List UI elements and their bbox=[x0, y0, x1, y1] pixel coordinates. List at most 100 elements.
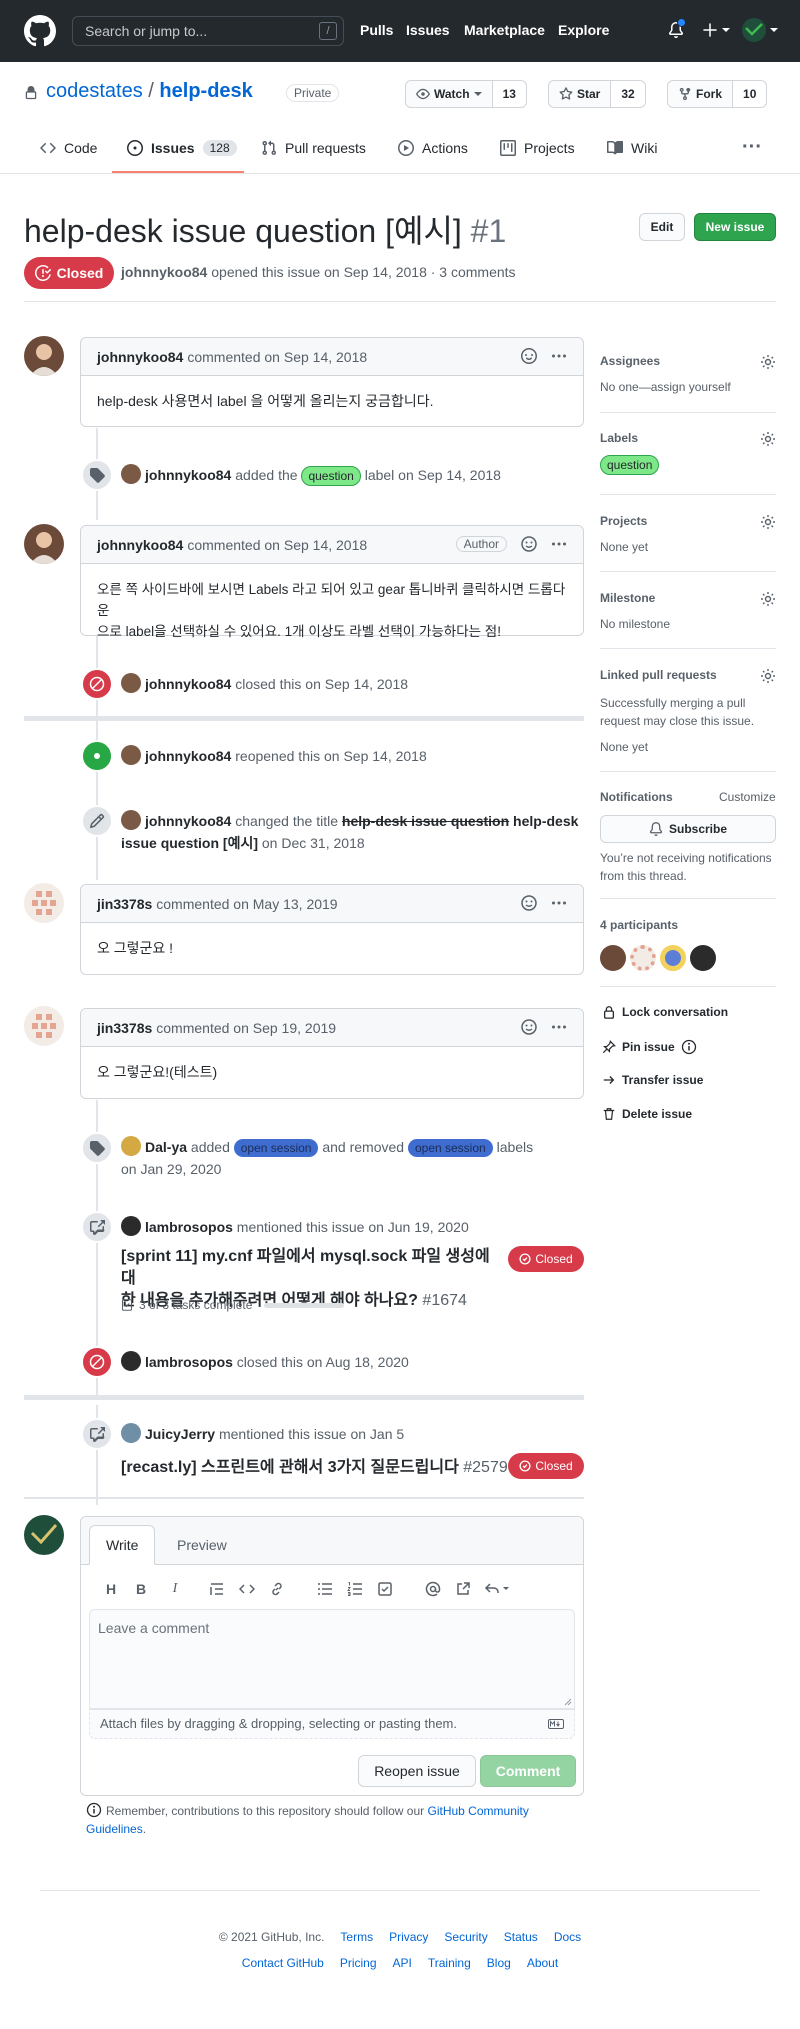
event-actor[interactable]: johnnykoo84 bbox=[145, 813, 231, 829]
ordered-list-icon[interactable] bbox=[343, 1579, 367, 1599]
event-actor[interactable]: Dal-ya bbox=[145, 1139, 187, 1155]
unordered-list-icon[interactable] bbox=[313, 1579, 337, 1599]
pin-issue-button[interactable]: Pin issue bbox=[602, 1039, 697, 1055]
plus-icon[interactable] bbox=[702, 22, 730, 38]
event-actor[interactable]: JuicyJerry bbox=[145, 1426, 215, 1442]
cross-reference-icon[interactable] bbox=[451, 1579, 475, 1599]
repo-name-link[interactable]: help-desk bbox=[159, 80, 252, 102]
comment-author[interactable]: jin3378s bbox=[97, 1020, 152, 1036]
avatar[interactable] bbox=[600, 945, 626, 971]
kebab-menu-icon[interactable] bbox=[551, 895, 567, 911]
reply-icon[interactable] bbox=[481, 1579, 513, 1599]
label-question[interactable]: question bbox=[301, 466, 361, 486]
sidebar-milestone-heading[interactable]: Milestone bbox=[600, 591, 655, 605]
avatar[interactable] bbox=[660, 945, 686, 971]
avatar[interactable] bbox=[121, 464, 141, 485]
avatar[interactable] bbox=[690, 945, 716, 971]
star-button[interactable]: Star bbox=[549, 81, 610, 107]
gear-icon[interactable] bbox=[760, 668, 776, 684]
tab-pull-requests[interactable]: Pull requests bbox=[261, 140, 366, 156]
comment-author[interactable]: johnnykoo84 bbox=[97, 537, 183, 553]
tab-issues[interactable]: Issues 128 bbox=[127, 140, 237, 156]
event-actor[interactable]: johnnykoo84 bbox=[145, 748, 231, 764]
label-open-session[interactable]: open session bbox=[407, 1139, 493, 1157]
sidebar-assignees-value[interactable]: No one—assign yourself bbox=[600, 380, 731, 394]
user-avatar-menu[interactable] bbox=[742, 18, 778, 42]
avatar[interactable] bbox=[121, 1216, 141, 1237]
heading-icon[interactable]: H bbox=[99, 1579, 123, 1599]
search-input[interactable]: Search or jump to... / bbox=[72, 16, 344, 46]
nav-marketplace[interactable]: Marketplace bbox=[464, 22, 545, 38]
sidebar-labels-heading[interactable]: Labels bbox=[600, 431, 638, 445]
guidelines-link[interactable]: GitHub Community bbox=[428, 1804, 529, 1818]
tab-write[interactable]: Write bbox=[89, 1525, 156, 1565]
smiley-icon[interactable] bbox=[521, 536, 537, 552]
comment-author[interactable]: jin3378s bbox=[97, 896, 152, 912]
fork-button[interactable]: Fork bbox=[668, 81, 732, 107]
gear-icon[interactable] bbox=[760, 591, 776, 607]
guidelines-link[interactable]: Guidelines bbox=[86, 1822, 143, 1836]
edit-title-button[interactable]: Edit bbox=[639, 213, 685, 241]
footer-link-security[interactable]: Security bbox=[444, 1930, 487, 1944]
fork-count[interactable]: 10 bbox=[732, 81, 767, 107]
comment-timestamp[interactable]: commented on May 13, 2019 bbox=[156, 896, 337, 912]
footer-link-privacy[interactable]: Privacy bbox=[389, 1930, 428, 1944]
avatar[interactable] bbox=[24, 1006, 64, 1046]
reopen-issue-button[interactable]: Reopen issue bbox=[358, 1755, 476, 1787]
subscribe-button[interactable]: Subscribe bbox=[600, 815, 776, 843]
mention-icon[interactable] bbox=[421, 1579, 445, 1599]
avatar[interactable] bbox=[121, 1423, 141, 1444]
issue-author-link[interactable]: johnnykoo84 bbox=[121, 264, 207, 280]
footer-link-training[interactable]: Training bbox=[428, 1956, 471, 1970]
footer-link-blog[interactable]: Blog bbox=[487, 1956, 511, 1970]
gear-icon[interactable] bbox=[760, 514, 776, 530]
comment-timestamp[interactable]: commented on Sep 19, 2019 bbox=[156, 1020, 336, 1036]
comment-timestamp[interactable]: commented on Sep 14, 2018 bbox=[187, 537, 367, 553]
event-actor[interactable]: lambrosopos bbox=[145, 1219, 233, 1235]
footer-link-terms[interactable]: Terms bbox=[340, 1930, 373, 1944]
comment-author[interactable]: johnnykoo84 bbox=[97, 349, 183, 365]
tab-code[interactable]: Code bbox=[40, 140, 97, 156]
nav-issues[interactable]: Issues bbox=[406, 22, 450, 38]
sidebar-projects-heading[interactable]: Projects bbox=[600, 514, 647, 528]
bell-icon[interactable] bbox=[668, 18, 686, 38]
italic-icon[interactable]: I bbox=[163, 1579, 187, 1599]
attach-files-area[interactable]: Attach files by dragging & dropping, sel… bbox=[89, 1709, 575, 1739]
delete-issue-button[interactable]: Delete issue bbox=[602, 1107, 692, 1121]
avatar[interactable] bbox=[121, 1136, 141, 1157]
tab-actions[interactable]: Actions bbox=[398, 140, 468, 156]
new-issue-button[interactable]: New issue bbox=[694, 213, 776, 241]
code-icon[interactable] bbox=[235, 1579, 259, 1599]
task-list-icon[interactable] bbox=[373, 1579, 397, 1599]
avatar[interactable] bbox=[121, 810, 141, 831]
comment-button[interactable]: Comment bbox=[480, 1755, 576, 1787]
sidebar-assignees-heading[interactable]: Assignees bbox=[600, 354, 660, 368]
github-logo-icon[interactable] bbox=[24, 15, 56, 47]
gear-icon[interactable] bbox=[760, 354, 776, 370]
gear-icon[interactable] bbox=[760, 431, 776, 447]
tab-projects[interactable]: Projects bbox=[500, 140, 575, 156]
comment-textarea[interactable]: Leave a comment bbox=[89, 1609, 575, 1709]
watch-count[interactable]: 13 bbox=[491, 81, 526, 107]
repo-owner-link[interactable]: codestates bbox=[46, 80, 143, 102]
avatar[interactable] bbox=[24, 1515, 64, 1555]
smiley-icon[interactable] bbox=[521, 895, 537, 911]
link-icon[interactable] bbox=[265, 1579, 289, 1599]
event-actor[interactable]: lambrosopos bbox=[145, 1354, 233, 1370]
lock-conversation-button[interactable]: Lock conversation bbox=[602, 1005, 728, 1019]
footer-link-contact[interactable]: Contact GitHub bbox=[242, 1956, 324, 1970]
nav-explore[interactable]: Explore bbox=[558, 22, 609, 38]
footer-link-pricing[interactable]: Pricing bbox=[340, 1956, 377, 1970]
kebab-menu-icon[interactable] bbox=[551, 536, 567, 552]
tab-preview[interactable]: Preview bbox=[161, 1525, 243, 1565]
nav-pulls[interactable]: Pulls bbox=[360, 22, 393, 38]
tab-wiki[interactable]: Wiki bbox=[607, 140, 657, 156]
more-tabs-icon[interactable]: ··· bbox=[742, 136, 762, 159]
label-question[interactable]: question bbox=[600, 455, 660, 475]
smiley-icon[interactable] bbox=[521, 1019, 537, 1035]
kebab-menu-icon[interactable] bbox=[551, 348, 567, 364]
event-actor[interactable]: johnnykoo84 bbox=[145, 676, 231, 692]
star-count[interactable]: 32 bbox=[610, 81, 645, 107]
avatar[interactable] bbox=[121, 1351, 141, 1372]
watch-button[interactable]: Watch bbox=[406, 81, 492, 107]
